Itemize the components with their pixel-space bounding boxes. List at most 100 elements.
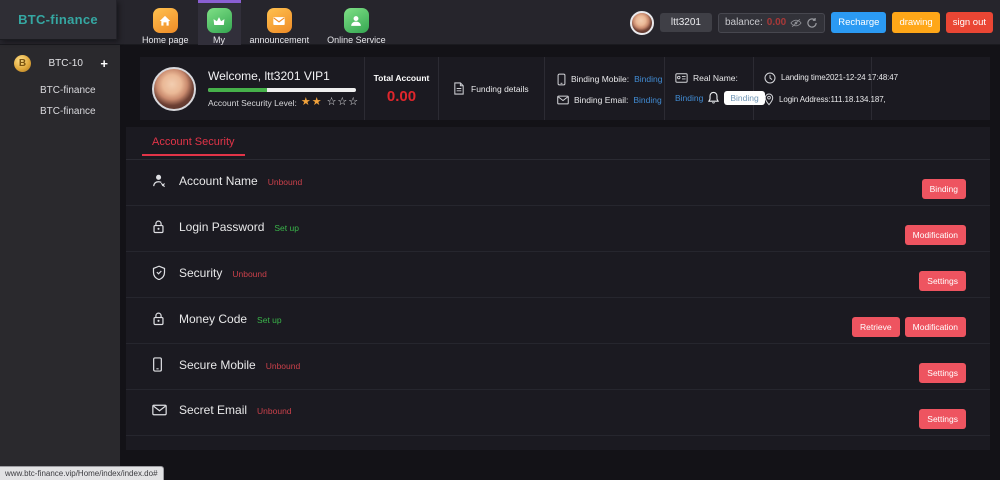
sidebar-group-label: BTC-10 <box>40 58 91 69</box>
settings-button[interactable]: Settings <box>919 363 966 383</box>
real-name-row: Real Name: <box>675 73 753 83</box>
main-nav: Home page My announcement Online Service <box>133 0 395 45</box>
total-account-value: 0.00 <box>387 88 416 105</box>
stars-filled-icon: ★★ <box>301 97 323 108</box>
row-title: Login Password <box>179 220 264 234</box>
location-pin-icon <box>764 93 774 106</box>
real-name-binding-link[interactable]: Binding <box>675 93 703 103</box>
user-avatar[interactable] <box>630 11 654 35</box>
row-status: Set up <box>257 315 282 325</box>
real-name-actions-row: Binding Binding <box>675 91 753 105</box>
balance-value: 0.00 <box>767 17 786 28</box>
row-buttons: Modification <box>905 225 966 245</box>
user-key-icon <box>152 173 170 188</box>
row-status: Unbound <box>266 361 301 371</box>
nav-online-service-label: Online Service <box>327 35 386 45</box>
refresh-icon[interactable] <box>806 17 818 29</box>
clock-icon <box>764 72 776 84</box>
sidebar-group-btc10[interactable]: B BTC-10 + <box>0 45 120 80</box>
eye-off-icon[interactable] <box>790 18 802 28</box>
greeting-text: Welcome, ltt3201 VIP1 <box>208 69 359 83</box>
landing-time-text: Landing time2021-12-24 17:48:47 <box>781 73 898 82</box>
add-icon[interactable]: + <box>100 57 108 70</box>
row-status: Unbound <box>232 269 267 279</box>
login-meta-section: Landing time2021-12-24 17:48:47 Login Ad… <box>754 57 872 120</box>
row-buttons: Settings <box>919 363 966 383</box>
retrieve-button[interactable]: Retrieve <box>852 317 900 337</box>
nav-home-page[interactable]: Home page <box>133 0 198 45</box>
username-button[interactable]: ltt3201 <box>660 13 712 32</box>
security-level-row: Account Security Level: ★★ ☆☆☆ <box>208 97 359 108</box>
lock-icon <box>152 311 170 326</box>
topbar-right: ltt3201 balance: 0.00 Recharge drawing s… <box>630 0 993 45</box>
tab-account-security[interactable]: Account Security <box>142 127 245 156</box>
shield-icon <box>152 265 170 280</box>
funding-details-section[interactable]: Funding details <box>439 57 545 120</box>
balance-label: balance: <box>725 17 763 28</box>
balance-widget: balance: 0.00 <box>718 13 825 33</box>
topbar: Home page My announcement Online Service <box>0 0 1000 45</box>
row-login-password-main: Login Password Set up <box>126 206 990 234</box>
sidebar-item-btc-finance-1[interactable]: BTC-finance <box>0 80 120 101</box>
welcome-section: Welcome, ltt3201 VIP1 Account Security L… <box>140 57 365 120</box>
total-account-section: Total Account 0.00 <box>365 57 439 120</box>
binding-mobile-link[interactable]: Binding <box>634 74 662 84</box>
row-secret-email: Secret Email Unbound Settings <box>126 390 990 436</box>
stars-empty-icon: ☆☆☆ <box>327 97 360 108</box>
sign-out-button[interactable]: sign out <box>946 12 993 33</box>
profile-avatar[interactable] <box>152 67 196 111</box>
nav-home-label: Home page <box>142 35 189 45</box>
row-buttons: Settings <box>919 409 966 429</box>
row-title: Security <box>179 266 222 280</box>
logo-text: BTC-finance <box>18 12 98 27</box>
funding-details-label: Funding details <box>471 84 529 94</box>
envelope-icon <box>152 404 170 416</box>
logo[interactable]: BTC-finance <box>0 0 117 40</box>
account-security-panel: Account Security Account Name Unbound Bi… <box>126 127 990 450</box>
nav-online-service[interactable]: Online Service <box>318 0 395 45</box>
row-account-name-main: Account Name Unbound <box>126 160 990 188</box>
row-login-password: Login Password Set up Modification <box>126 206 990 252</box>
binding-contact-section: Binding Mobile: Binding Binding Email: B… <box>545 57 665 120</box>
nav-my-label: My <box>213 35 225 45</box>
smartphone-icon <box>152 357 170 372</box>
security-progress <box>208 88 356 92</box>
row-secret-email-main: Secret Email Unbound <box>126 390 990 417</box>
nav-announcement[interactable]: announcement <box>241 0 319 45</box>
row-buttons: Settings <box>919 271 966 291</box>
nav-my[interactable]: My <box>198 0 241 45</box>
bell-icon[interactable] <box>708 91 719 104</box>
settings-button[interactable]: Settings <box>919 271 966 291</box>
mobile-icon <box>557 73 566 86</box>
drawing-button[interactable]: drawing <box>892 12 939 33</box>
settings-button[interactable]: Settings <box>919 409 966 429</box>
mail-icon <box>557 95 569 105</box>
modification-button[interactable]: Modification <box>905 225 966 245</box>
row-title: Secret Email <box>179 403 247 417</box>
recharge-button[interactable]: Recharge <box>831 12 886 33</box>
real-name-label: Real Name: <box>693 73 738 83</box>
status-url: www.btc-finance.vip/Home/index/index.do# <box>0 466 164 480</box>
modification-button[interactable]: Modification <box>905 317 966 337</box>
login-address-text: Login Address:111.18.134.187, <box>779 95 886 104</box>
document-icon <box>453 82 465 95</box>
login-address-row: Login Address:111.18.134.187, <box>764 93 871 106</box>
row-buttons: Binding <box>922 179 966 199</box>
welcome-card: Welcome, ltt3201 VIP1 Account Security L… <box>140 57 990 120</box>
sidebar-item-btc-finance-2[interactable]: BTC-finance <box>0 101 120 122</box>
row-title: Money Code <box>179 312 247 326</box>
binding-button[interactable]: Binding <box>922 179 966 199</box>
envelope-icon <box>267 8 292 33</box>
binding-email-link[interactable]: Binding <box>633 95 661 105</box>
row-buttons: Retrieve Modification <box>852 317 966 337</box>
home-icon <box>153 8 178 33</box>
crown-icon <box>207 8 232 33</box>
row-status: Set up <box>274 223 299 233</box>
row-security: Security Unbound Settings <box>126 252 990 298</box>
binding-mobile-label: Binding Mobile: <box>571 74 629 84</box>
row-security-main: Security Unbound <box>126 252 990 280</box>
nav-announcement-label: announcement <box>250 35 310 45</box>
id-card-icon <box>675 73 688 83</box>
security-progress-fill <box>208 88 267 92</box>
row-money-code: Money Code Set up Retrieve Modification <box>126 298 990 344</box>
